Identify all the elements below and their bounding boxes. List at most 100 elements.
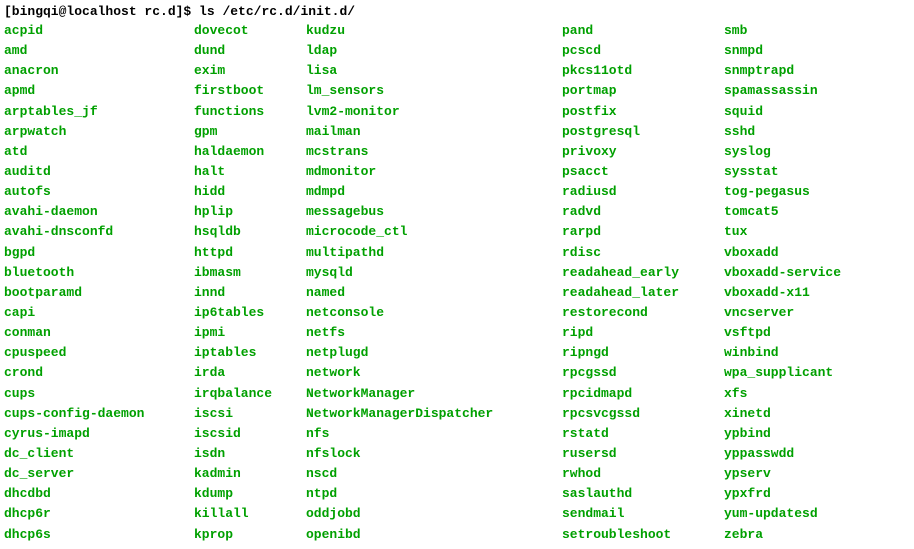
file-entry: rpcsvcgssd (562, 404, 712, 424)
prompt-user-host: [bingqi@localhost rc.d]$ (4, 4, 191, 19)
file-entry: pkcs11otd (562, 61, 712, 81)
file-entry: mdmonitor (306, 162, 550, 182)
file-entry: hsqldb (194, 222, 294, 242)
file-entry: syslog (724, 142, 874, 162)
file-entry: rusersd (562, 444, 712, 464)
file-entry: wpa_supplicant (724, 363, 874, 383)
file-entry: httpd (194, 243, 294, 263)
file-entry: gpm (194, 122, 294, 142)
file-entry: auditd (4, 162, 182, 182)
file-entry: netconsole (306, 303, 550, 323)
ls-output: acpidamdanacronapmdarptables_jfarpwatcha… (4, 21, 910, 545)
file-entry: ntpd (306, 484, 550, 504)
file-entry: innd (194, 283, 294, 303)
file-entry: NetworkManagerDispatcher (306, 404, 550, 424)
file-entry: isdn (194, 444, 294, 464)
file-entry: snmptrapd (724, 61, 874, 81)
file-entry: pcscd (562, 41, 712, 61)
file-entry: messagebus (306, 202, 550, 222)
file-entry: multipathd (306, 243, 550, 263)
file-entry: atd (4, 142, 182, 162)
file-entry: vboxadd-service (724, 263, 874, 283)
file-entry: autofs (4, 182, 182, 202)
file-entry: yppasswdd (724, 444, 874, 464)
file-entry: bluetooth (4, 263, 182, 283)
file-entry: avahi-daemon (4, 202, 182, 222)
file-entry: ypbind (724, 424, 874, 444)
file-entry: pand (562, 21, 712, 41)
file-entry: rwhod (562, 464, 712, 484)
file-entry: zebra (724, 525, 874, 545)
column-3: kudzuldaplisalm_sensorslvm2-monitormailm… (306, 21, 550, 545)
file-entry: yum-updatesd (724, 504, 874, 524)
file-entry: lvm2-monitor (306, 102, 550, 122)
file-entry: mysqld (306, 263, 550, 283)
file-entry: hidd (194, 182, 294, 202)
file-entry: dc_server (4, 464, 182, 484)
file-entry: iptables (194, 343, 294, 363)
file-entry: bgpd (4, 243, 182, 263)
file-entry: dhcdbd (4, 484, 182, 504)
file-entry: ypxfrd (724, 484, 874, 504)
column-2: dovecotdundeximfirstbootfunctionsgpmhald… (194, 21, 294, 545)
file-entry: kprop (194, 525, 294, 545)
column-5: smbsnmpdsnmptrapdspamassassinsquidsshdsy… (724, 21, 874, 545)
file-entry: anacron (4, 61, 182, 81)
file-entry: mdmpd (306, 182, 550, 202)
file-entry: kadmin (194, 464, 294, 484)
file-entry: lisa (306, 61, 550, 81)
file-entry: acpid (4, 21, 182, 41)
file-entry: tomcat5 (724, 202, 874, 222)
file-entry: radvd (562, 202, 712, 222)
file-entry: ibmasm (194, 263, 294, 283)
file-entry: cups-config-daemon (4, 404, 182, 424)
file-entry: setroubleshoot (562, 525, 712, 545)
file-entry: amd (4, 41, 182, 61)
file-entry: vboxadd-x11 (724, 283, 874, 303)
file-entry: named (306, 283, 550, 303)
file-entry: tog-pegasus (724, 182, 874, 202)
file-entry: rdisc (562, 243, 712, 263)
file-entry: winbind (724, 343, 874, 363)
file-entry: rpcidmapd (562, 384, 712, 404)
file-entry: xfs (724, 384, 874, 404)
file-entry: xinetd (724, 404, 874, 424)
file-entry: dovecot (194, 21, 294, 41)
file-entry: iscsid (194, 424, 294, 444)
file-entry: vncserver (724, 303, 874, 323)
file-entry: restorecond (562, 303, 712, 323)
file-entry: halt (194, 162, 294, 182)
file-entry: portmap (562, 81, 712, 101)
file-entry: firstboot (194, 81, 294, 101)
file-entry: readahead_early (562, 263, 712, 283)
file-entry: irqbalance (194, 384, 294, 404)
file-entry: rarpd (562, 222, 712, 242)
file-entry: arpwatch (4, 122, 182, 142)
file-entry: crond (4, 363, 182, 383)
file-entry: haldaemon (194, 142, 294, 162)
file-entry: ip6tables (194, 303, 294, 323)
file-entry: privoxy (562, 142, 712, 162)
file-entry: dund (194, 41, 294, 61)
file-entry: sysstat (724, 162, 874, 182)
file-entry: ripd (562, 323, 712, 343)
file-entry: conman (4, 323, 182, 343)
column-4: pandpcscdpkcs11otdportmappostfixpostgres… (562, 21, 712, 545)
file-entry: ripngd (562, 343, 712, 363)
file-entry: dhcp6r (4, 504, 182, 524)
file-entry: sendmail (562, 504, 712, 524)
file-entry: kudzu (306, 21, 550, 41)
file-entry: cups (4, 384, 182, 404)
file-entry: nfs (306, 424, 550, 444)
file-entry: postgresql (562, 122, 712, 142)
file-entry: rpcgssd (562, 363, 712, 383)
file-entry: exim (194, 61, 294, 81)
file-entry: snmpd (724, 41, 874, 61)
file-entry: functions (194, 102, 294, 122)
prompt-command: ls /etc/rc.d/init.d/ (199, 4, 355, 19)
file-entry: cyrus-imapd (4, 424, 182, 444)
file-entry: irda (194, 363, 294, 383)
file-entry: killall (194, 504, 294, 524)
file-entry: smb (724, 21, 874, 41)
file-entry: dhcp6s (4, 525, 182, 545)
